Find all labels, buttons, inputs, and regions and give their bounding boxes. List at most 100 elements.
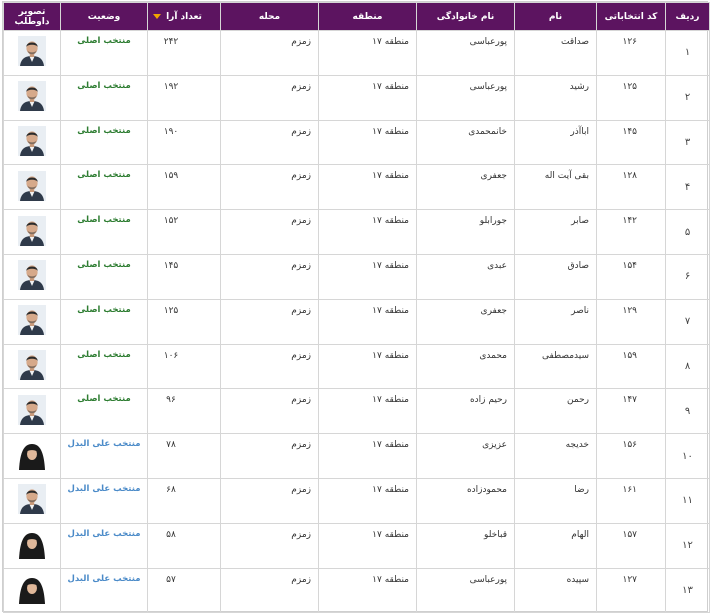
cell-photo	[3, 74, 61, 121]
table-row[interactable]: ۹ ۱۴۷ رحمن رحیم زاده منطقه ۱۷ زمزم ۹۶ منتخب اصل…	[3, 388, 710, 435]
cell-area: زمزم	[220, 388, 319, 435]
cell-area: زمزم	[220, 209, 319, 255]
table-row[interactable]: ۱ ۱۲۶ صداقت پورعباسی منطقه ۱۷ زمزم ۲۴۲ منتخب اص…	[3, 30, 710, 76]
cell-code: ۱۲۹	[596, 298, 666, 345]
cell-votes: ۱۲۵	[147, 298, 221, 345]
header-index[interactable]: ردیف	[665, 2, 710, 31]
table-row[interactable]: ۷ ۱۲۹ ناصر جعفری منطقه ۱۷ زمزم ۱۲۵ منتخب اصلی	[3, 298, 710, 345]
cell-code: ۱۵۷	[596, 522, 666, 569]
cell-region: منطقه ۱۷	[318, 74, 417, 121]
cell-first-name: رضا	[514, 477, 597, 524]
cell-last-name: رحیم زاده	[416, 388, 515, 435]
candidate-photo-male-icon[interactable]	[18, 349, 46, 380]
candidate-photo-male-icon[interactable]	[18, 170, 46, 201]
header-row: ردیف کد انتخاباتی نام نام خانوادگی منطقه…	[3, 2, 710, 31]
cell-area: زمزم	[220, 433, 319, 479]
candidate-photo-male-icon[interactable]	[18, 394, 46, 425]
cell-code: ۱۵۶	[596, 433, 666, 479]
cell-last-name: پورعباسی	[416, 30, 515, 76]
cell-region: منطقه ۱۷	[318, 477, 417, 524]
cell-region: منطقه ۱۷	[318, 253, 417, 300]
header-region[interactable]: منطقه	[318, 2, 417, 31]
cell-last-name: جعفری	[416, 298, 515, 345]
table-row[interactable]: ۵ ۱۴۲ صابر جورابلو منطقه ۱۷ زمزم ۱۵۲ منتخب اصلی	[3, 209, 710, 255]
table-row[interactable]: ۶ ۱۵۴ صادق عبدی منطقه ۱۷ زمزم ۱۴۵ منتخب اصلی	[3, 253, 710, 300]
cell-status: منتخب اصلی	[60, 298, 148, 345]
cell-photo	[3, 388, 61, 435]
cell-area: زمزم	[220, 164, 319, 211]
cell-area: زمزم	[220, 74, 319, 121]
header-photo[interactable]: تصویر داوطلب	[3, 2, 61, 31]
header-code[interactable]: کد انتخاباتی	[596, 2, 666, 31]
table-row[interactable]: ۸ ۱۵۹ سیدمصطفی محمدی منطقه ۱۷ زمزم ۱۰۶ منتخب اص…	[3, 343, 710, 390]
table-row[interactable]: ۳ ۱۴۵ اباآذر خانمحمدی منطقه ۱۷ زمزم ۱۹۰ منتخب ا…	[3, 119, 710, 166]
table-row[interactable]: ۱۲ ۱۵۷ الهام قباخلو منطقه ۱۷ زمزم ۵۸ منتخب علی …	[3, 522, 710, 569]
results-table: ردیف کد انتخاباتی نام نام خانوادگی منطقه…	[3, 2, 710, 614]
candidate-photo-male-icon[interactable]	[18, 36, 46, 67]
cell-region: منطقه ۱۷	[318, 298, 417, 345]
cell-area: زمزم	[220, 477, 319, 524]
cell-votes: ۵۸	[147, 522, 221, 569]
cell-index: ۱	[665, 30, 710, 76]
results-panel: ردیف کد انتخاباتی نام نام خانوادگی منطقه…	[2, 1, 710, 614]
cell-first-name: اباآذر	[514, 119, 597, 166]
candidate-photo-female-icon[interactable]	[18, 529, 46, 560]
cell-index: ۴	[665, 164, 710, 211]
table-row[interactable]: ۱۱ ۱۶۱ رضا محمودزاده منطقه ۱۷ زمزم ۶۸ منتخب علی…	[3, 477, 710, 524]
cell-code: ۱۲۷	[596, 567, 666, 614]
cell-index: ۱۲	[665, 522, 710, 569]
candidate-photo-male-icon[interactable]	[18, 484, 46, 515]
candidate-photo-male-icon[interactable]	[18, 215, 46, 246]
cell-first-name: صادق	[514, 253, 597, 300]
cell-first-name: بقی آیت اله	[514, 164, 597, 211]
candidate-photo-male-icon[interactable]	[18, 260, 46, 291]
cell-votes: ۲۴۲	[147, 30, 221, 76]
table-row[interactable]: ۱۳ ۱۲۷ سپیده پورعباسی منطقه ۱۷ زمزم ۵۷ منتخب عل…	[3, 567, 710, 614]
cell-area: زمزم	[220, 343, 319, 390]
cell-votes: ۱۰۶	[147, 343, 221, 390]
cell-status: منتخب اصلی	[60, 253, 148, 300]
header-last-name[interactable]: نام خانوادگی	[416, 2, 515, 31]
header-votes[interactable]: تعداد آرا	[147, 2, 221, 31]
cell-votes: ۷۸	[147, 433, 221, 479]
cell-region: منطقه ۱۷	[318, 30, 417, 76]
cell-last-name: پورعباسی	[416, 567, 515, 614]
cell-code: ۱۶۱	[596, 477, 666, 524]
candidate-photo-female-icon[interactable]	[18, 573, 46, 604]
candidate-photo-male-icon[interactable]	[18, 81, 46, 112]
candidate-photo-male-icon[interactable]	[18, 305, 46, 336]
cell-votes: ۱۹۲	[147, 74, 221, 121]
cell-region: منطقه ۱۷	[318, 209, 417, 255]
cell-status: منتخب اصلی	[60, 30, 148, 76]
header-first-name[interactable]: نام	[514, 2, 597, 31]
cell-votes: ۹۶	[147, 388, 221, 435]
cell-first-name: ناصر	[514, 298, 597, 345]
table-row[interactable]: ۴ ۱۲۸ بقی آیت اله جعفری منطقه ۱۷ زمزم ۱۵۹ منتخب…	[3, 164, 710, 211]
cell-votes: ۱۹۰	[147, 119, 221, 166]
cell-votes: ۱۵۲	[147, 209, 221, 255]
cell-first-name: رشید	[514, 74, 597, 121]
candidate-photo-female-icon[interactable]	[18, 439, 46, 470]
cell-photo	[3, 298, 61, 345]
cell-last-name: عبدی	[416, 253, 515, 300]
cell-region: منطقه ۱۷	[318, 343, 417, 390]
candidate-photo-male-icon[interactable]	[18, 125, 46, 156]
cell-region: منطقه ۱۷	[318, 388, 417, 435]
table-row[interactable]: ۲ ۱۲۵ رشید پورعباسی منطقه ۱۷ زمزم ۱۹۲ منتخب اصل…	[3, 74, 710, 121]
cell-first-name: سپیده	[514, 567, 597, 614]
cell-last-name: محمدی	[416, 343, 515, 390]
cell-code: ۱۴۲	[596, 209, 666, 255]
cell-last-name: پورعباسی	[416, 74, 515, 121]
cell-area: زمزم	[220, 522, 319, 569]
cell-last-name: قباخلو	[416, 522, 515, 569]
cell-index: ۸	[665, 343, 710, 390]
cell-index: ۱۳	[665, 567, 710, 614]
header-status[interactable]: وضعیت	[60, 2, 148, 31]
cell-status: منتخب علی البدل	[60, 433, 148, 479]
cell-index: ۹	[665, 388, 710, 435]
table-row[interactable]: ۱۰ ۱۵۶ خدیجه عزیزی منطقه ۱۷ زمزم ۷۸ منتخب علی ا…	[3, 433, 710, 479]
cell-status: منتخب اصلی	[60, 209, 148, 255]
cell-last-name: جعفری	[416, 164, 515, 211]
cell-index: ۵	[665, 209, 710, 255]
header-area[interactable]: محله	[220, 2, 319, 31]
